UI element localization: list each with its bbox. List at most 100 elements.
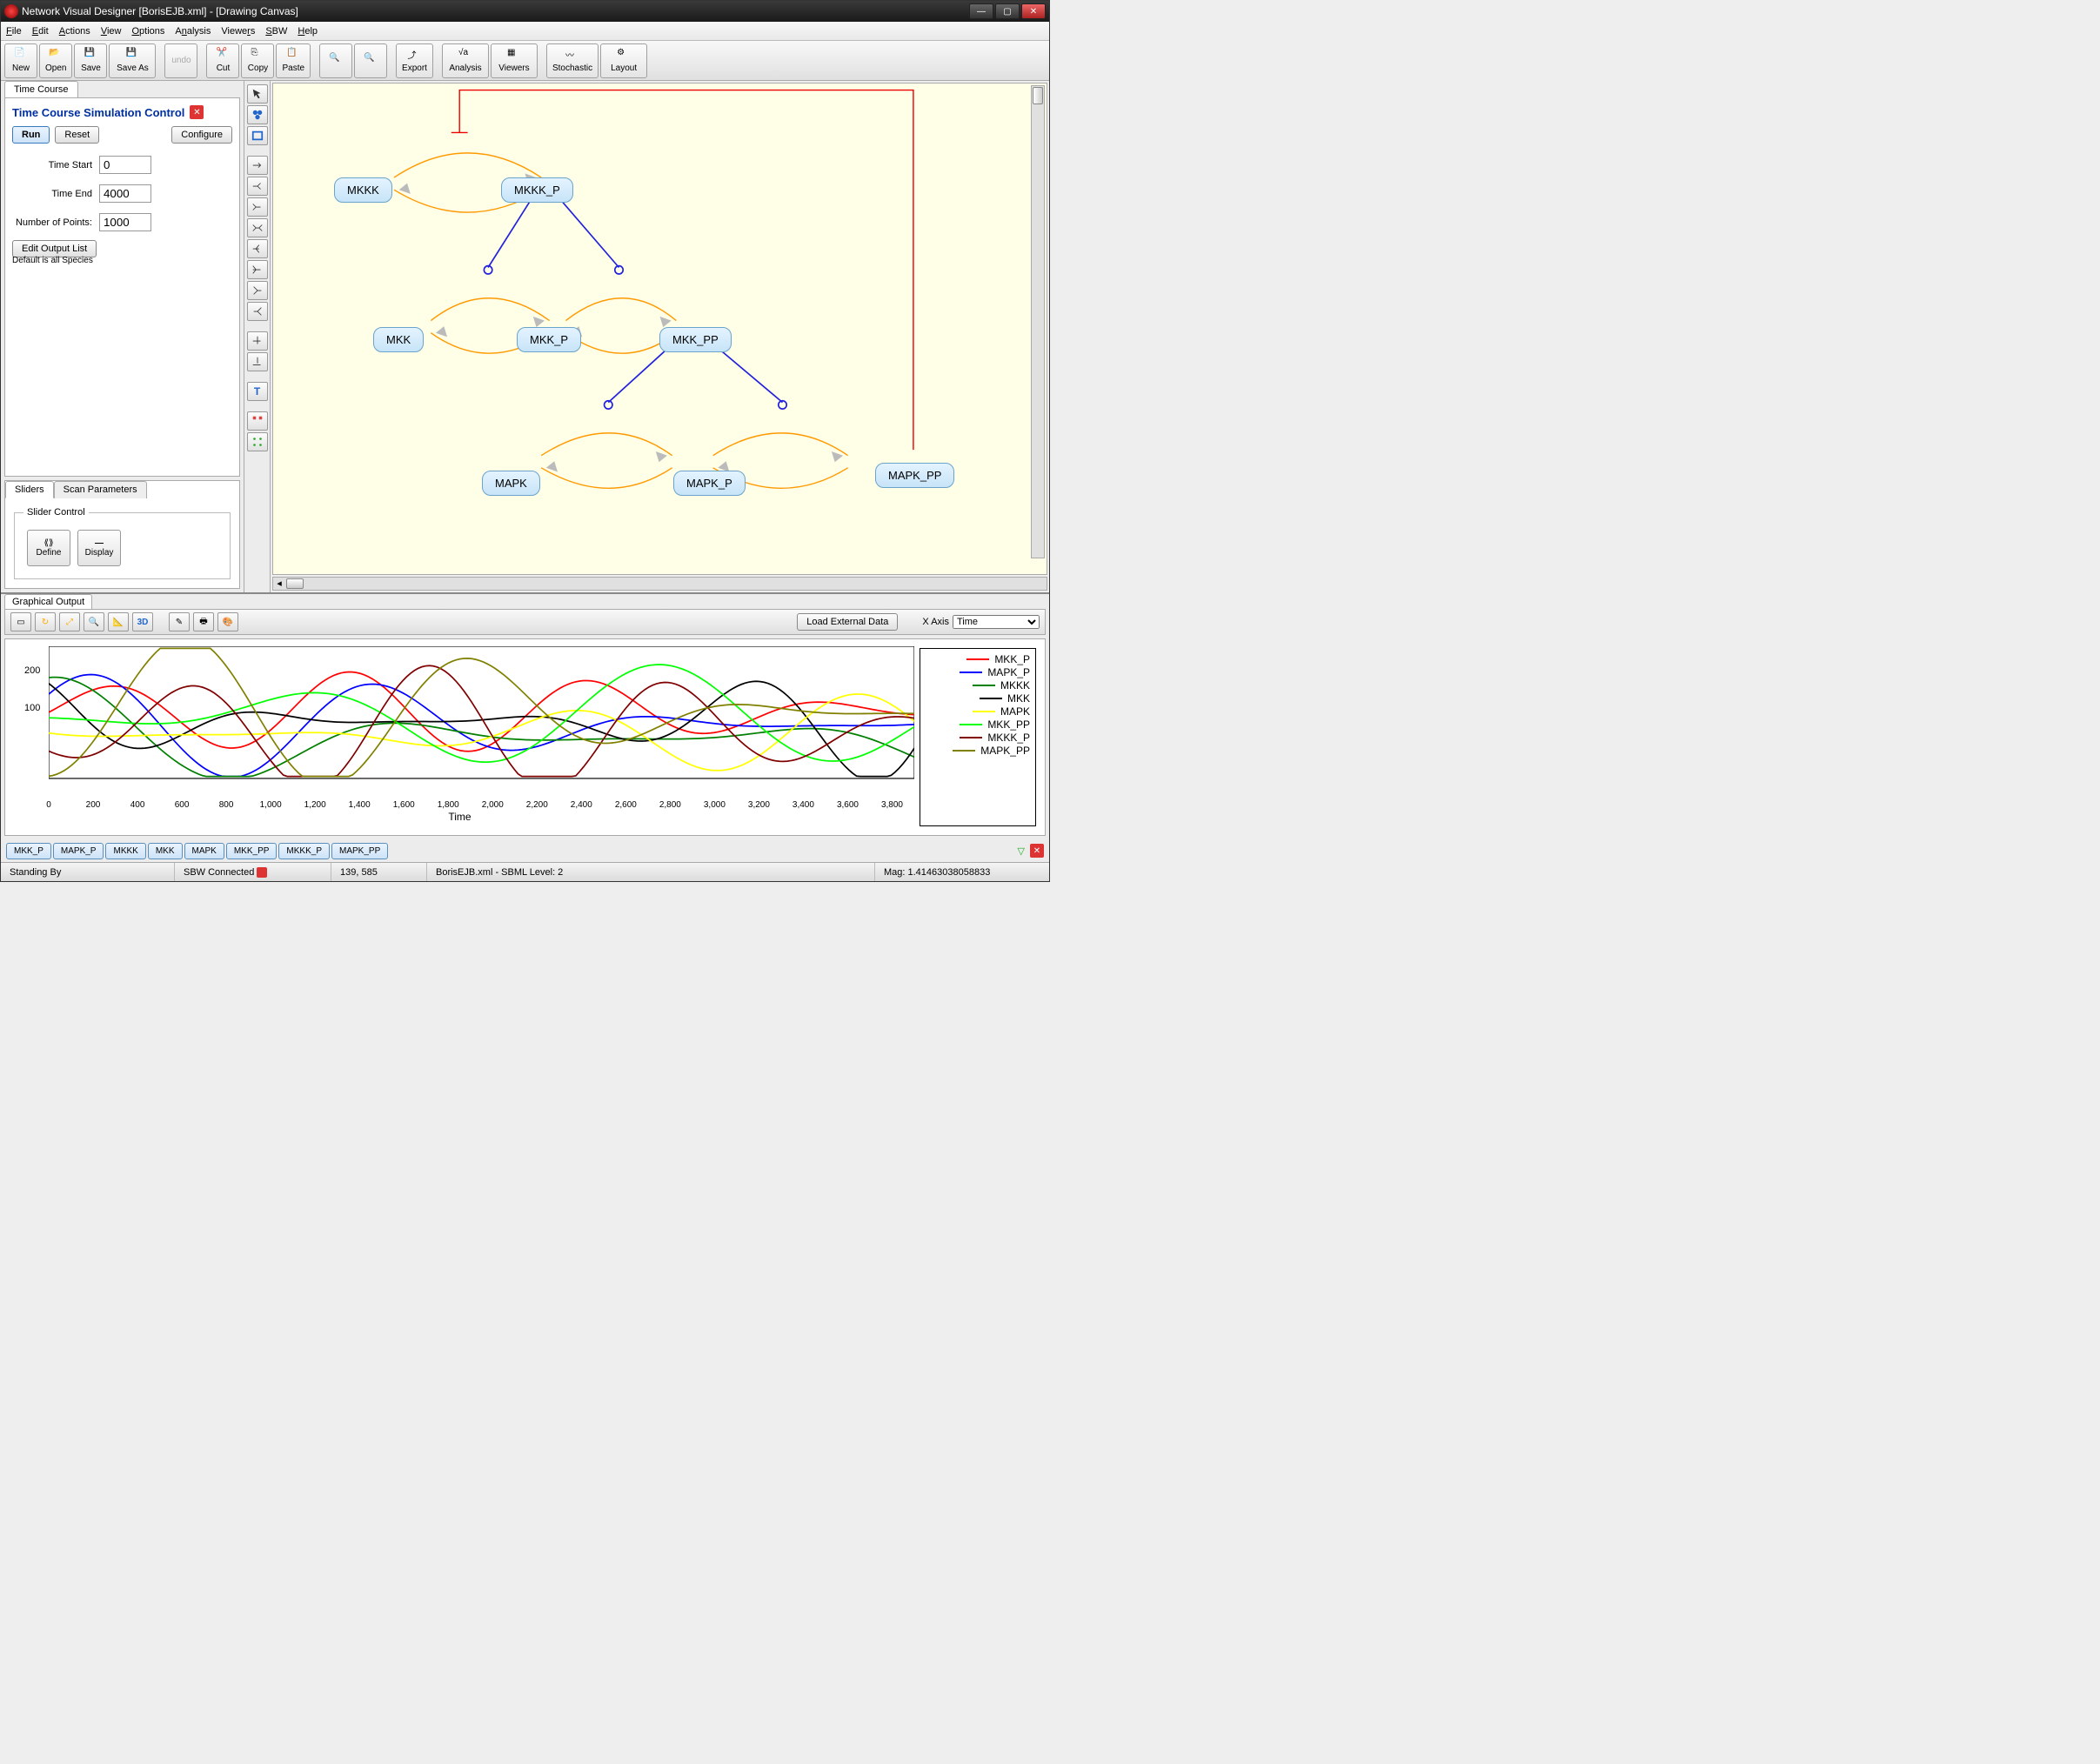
reaction-tool-7[interactable] — [247, 281, 268, 300]
node-mapk[interactable]: MAPK — [482, 471, 540, 496]
tab-sliders[interactable]: Sliders — [5, 481, 54, 498]
species-button-mkkk[interactable]: MKKK — [105, 843, 145, 859]
pointer-tool[interactable] — [247, 84, 268, 104]
grid-tool[interactable] — [247, 432, 268, 451]
export-button[interactable]: ⤴Export — [396, 43, 433, 78]
graph-zoom-button[interactable]: 🔍 — [84, 612, 104, 631]
menu-options[interactable]: Options — [131, 26, 164, 37]
cut-button[interactable]: ✂️Cut — [206, 43, 239, 78]
npoints-input[interactable] — [99, 213, 151, 231]
display-button[interactable]: ⎯⎯Display — [77, 530, 121, 566]
panel-close-icon[interactable]: ✕ — [1030, 844, 1044, 858]
time-start-label: Time Start — [12, 160, 99, 170]
slider-legend: Slider Control — [23, 507, 89, 518]
layout-icon: ⚙ — [617, 48, 631, 62]
viewers-icon: ▦ — [507, 48, 521, 62]
species-button-mkk[interactable]: MKK — [148, 843, 183, 859]
species-tool[interactable] — [247, 105, 268, 124]
load-external-data-button[interactable]: Load External Data — [797, 613, 898, 631]
configure-button[interactable]: Configure — [171, 126, 232, 144]
graph-palette-button[interactable]: 🎨 — [217, 612, 238, 631]
menu-viewers[interactable]: Viewers — [221, 26, 255, 37]
collapse-icon[interactable]: ▽ — [1018, 845, 1025, 857]
tab-scan-parameters[interactable]: Scan Parameters — [54, 481, 147, 498]
menu-actions[interactable]: Actions — [59, 26, 90, 37]
species-button-mapk_p[interactable]: MAPK_P — [53, 843, 104, 859]
save-button[interactable]: 💾Save — [74, 43, 107, 78]
node-mkk-p[interactable]: MKK_P — [517, 327, 581, 352]
layout-button[interactable]: ⚙Layout — [600, 43, 647, 78]
graph-print-button[interactable]: 🖶 — [193, 612, 214, 631]
file-new-icon: 📄 — [14, 48, 28, 62]
graph-toolbar: ▭ ↻ ⤢ 🔍 📐 3D ✎ 🖶 🎨 Load External Data X … — [4, 609, 1046, 635]
node-mkkk[interactable]: MKKK — [334, 177, 392, 203]
left-panel: Time Course Time Course Simulation Contr… — [1, 81, 244, 592]
canvas-hscroll[interactable]: ◂ — [272, 577, 1047, 591]
bi-uni-tool[interactable] — [247, 197, 268, 217]
graph-select-tool[interactable]: ▭ — [10, 612, 31, 631]
menu-help[interactable]: Help — [298, 26, 318, 37]
tab-timecourse[interactable]: Time Course — [4, 81, 78, 97]
graph-edit-button[interactable]: ✎ — [169, 612, 190, 631]
time-end-input[interactable] — [99, 184, 151, 203]
menu-sbw[interactable]: SBW — [265, 26, 287, 37]
zoom-out-button[interactable]: 🔍 — [354, 43, 387, 78]
node-mkk-pp[interactable]: MKK_PP — [659, 327, 732, 352]
define-button[interactable]: ⟪⟫Define — [27, 530, 70, 566]
species-button-mkk_p[interactable]: MKK_P — [6, 843, 51, 859]
node-mkk[interactable]: MKK — [373, 327, 424, 352]
uni-uni-tool[interactable] — [247, 156, 268, 175]
menu-analysis[interactable]: Analysis — [175, 26, 211, 37]
graph-ruler-button[interactable]: ⤢ — [59, 612, 80, 631]
menu-view[interactable]: View — [101, 26, 122, 37]
menu-file[interactable]: File — [6, 26, 22, 37]
save-as-button[interactable]: 💾Save As — [109, 43, 156, 78]
compartment-tool[interactable] — [247, 126, 268, 145]
species-button-mapk[interactable]: MAPK — [184, 843, 224, 859]
copy-button[interactable]: ⎘Copy — [241, 43, 274, 78]
chart-area: MKK_PMAPK_PMKKKMKKMAPKMKK_PPMKKK_PMAPK_P… — [4, 638, 1046, 836]
disk-as-icon: 💾 — [125, 48, 139, 62]
bi-bi-tool[interactable] — [247, 218, 268, 237]
species-button-mapk_pp[interactable]: MAPK_PP — [331, 843, 388, 859]
node-mapk-pp[interactable]: MAPK_PP — [875, 463, 954, 488]
paste-button[interactable]: 📋Paste — [276, 43, 311, 78]
uni-tri-tool[interactable] — [247, 239, 268, 258]
undo-button[interactable]: undo — [164, 43, 197, 78]
zoom-out-icon: 🔍 — [364, 53, 378, 67]
menu-edit[interactable]: Edit — [32, 26, 49, 37]
canvas-vscroll[interactable] — [1031, 85, 1045, 558]
new-button[interactable]: 📄New — [4, 43, 37, 78]
open-button[interactable]: 📂Open — [39, 43, 72, 78]
window-close-button[interactable]: ✕ — [1021, 3, 1046, 19]
reaction-tool-8[interactable] — [247, 302, 268, 321]
node-mapk-p[interactable]: MAPK_P — [673, 471, 746, 496]
modifier-tool-1[interactable] — [247, 331, 268, 351]
viewers-button[interactable]: ▦Viewers — [491, 43, 538, 78]
stochastic-button[interactable]: 〰Stochastic — [546, 43, 599, 78]
ytick-200: 200 — [24, 665, 40, 676]
drawing-canvas[interactable]: MKKK MKKK_P MKK MKK_P MKK_PP MAPK MAPK_P… — [272, 83, 1047, 575]
zoom-in-button[interactable]: 🔍 — [319, 43, 352, 78]
tab-graphical-output[interactable]: Graphical Output — [4, 594, 92, 609]
align-tool[interactable] — [247, 411, 268, 431]
edit-output-button[interactable]: Edit Output List — [12, 240, 97, 257]
species-button-mkk_pp[interactable]: MKK_PP — [226, 843, 278, 859]
minimize-button[interactable]: — — [969, 3, 993, 19]
maximize-button[interactable]: ▢ — [995, 3, 1020, 19]
tri-uni-tool[interactable] — [247, 260, 268, 279]
uni-bi-tool[interactable] — [247, 177, 268, 196]
node-mkkk-p[interactable]: MKKK_P — [501, 177, 573, 203]
text-tool[interactable]: T — [247, 382, 268, 401]
graph-axes-button[interactable]: 📐 — [108, 612, 129, 631]
modifier-tool-2[interactable] — [247, 352, 268, 371]
reset-button[interactable]: Reset — [55, 126, 99, 144]
analysis-button[interactable]: √aAnalysis — [442, 43, 489, 78]
timecourse-close-icon[interactable]: ✕ — [190, 105, 204, 119]
xaxis-select[interactable]: Time — [953, 615, 1040, 629]
run-button[interactable]: Run — [12, 126, 50, 144]
species-button-mkkk_p[interactable]: MKKK_P — [278, 843, 330, 859]
graph-refresh-button[interactable]: ↻ — [35, 612, 56, 631]
graph-3d-button[interactable]: 3D — [132, 612, 153, 631]
time-start-input[interactable] — [99, 156, 151, 174]
